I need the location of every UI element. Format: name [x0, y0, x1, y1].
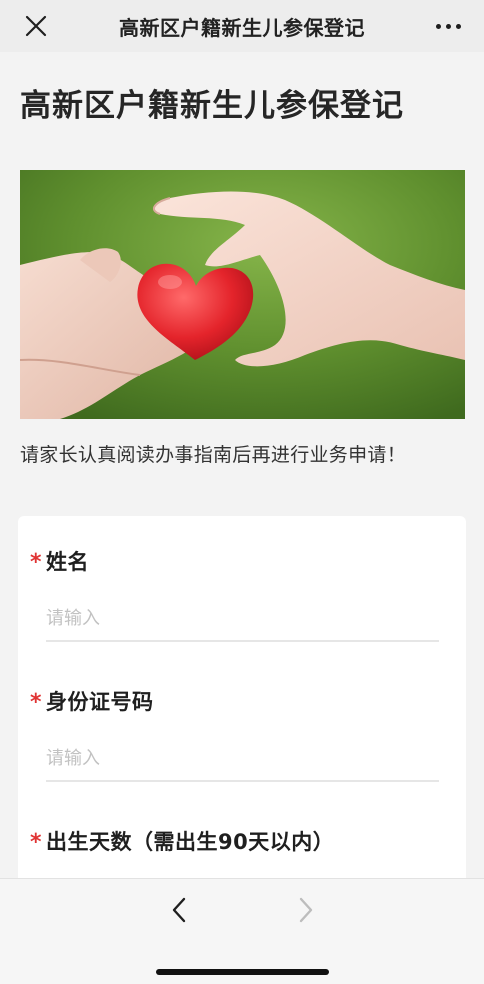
- required-mark: *: [30, 690, 42, 715]
- more-dot: [455, 23, 461, 29]
- required-mark: *: [30, 550, 42, 575]
- banner-image: [20, 170, 465, 419]
- window-title: 高新区户籍新生儿参保登记: [119, 15, 365, 40]
- field-label-row: * 姓名: [30, 546, 456, 576]
- name-input[interactable]: [46, 596, 439, 642]
- form-card: * 姓名 * 身份证号码 * 出生天数（需出生90天以内）: [18, 516, 466, 878]
- field-birth-days: * 出生天数（需出生90天以内）: [30, 826, 456, 856]
- home-indicator[interactable]: [156, 969, 329, 975]
- more-dot: [445, 23, 451, 29]
- more-dot: [435, 23, 441, 29]
- heart-hands-image: [20, 170, 465, 419]
- field-id-number: * 身份证号码: [30, 686, 456, 782]
- page-content: 高新区户籍新生儿参保登记 请家长认真阅读办事指南后再进行业务申请！ * 姓名 请…: [0, 52, 484, 878]
- chevron-left-icon[interactable]: [164, 895, 194, 925]
- close-icon[interactable]: [22, 12, 50, 40]
- more-icon[interactable]: [430, 12, 466, 40]
- field-name: * 姓名: [30, 546, 456, 642]
- top-navigation-bar: 高新区户籍新生儿参保登记: [0, 0, 484, 52]
- notice-text: 请家长认真阅读办事指南后再进行业务申请！: [20, 444, 407, 466]
- page-title: 高新区户籍新生儿参保登记: [20, 88, 404, 124]
- chevron-right-icon[interactable]: [291, 895, 321, 925]
- field-label-row: * 出生天数（需出生90天以内）: [30, 826, 456, 856]
- field-label: 身份证号码: [46, 690, 154, 714]
- field-label: 姓名: [46, 550, 89, 574]
- bottom-toolbar: [0, 878, 484, 984]
- field-label-row: * 身份证号码: [30, 686, 456, 716]
- id-number-input[interactable]: [46, 736, 439, 782]
- required-mark: *: [30, 830, 42, 855]
- field-label: 出生天数（需出生90天以内）: [46, 830, 335, 854]
